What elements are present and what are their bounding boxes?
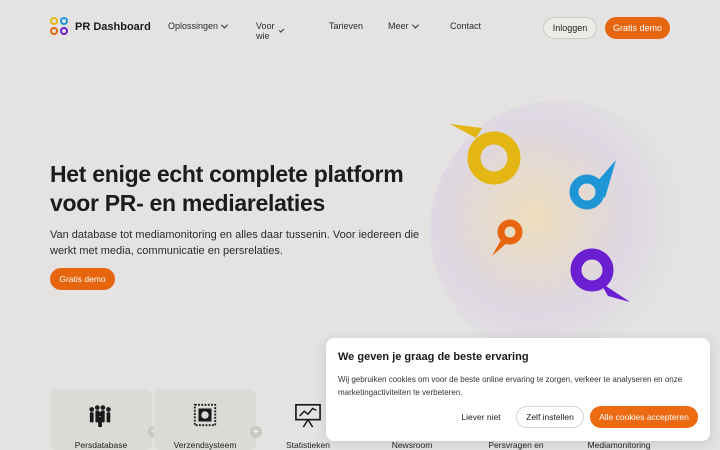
hero-title: Het enige echt complete platform voor PR… [50, 161, 404, 216]
feature-card-persdatabase[interactable]: Persdatabase [50, 390, 152, 450]
purple-ring-shape [570, 248, 630, 302]
cookie-title: We geven je graag de beste ervaring [338, 351, 529, 363]
feature-label: Persdatabase [74, 440, 128, 450]
menu-item-label: Contact [450, 21, 482, 31]
cookie-settings-button[interactable]: Zelf instellen [516, 406, 584, 428]
people-group-icon [89, 405, 111, 428]
chevron-down-icon [411, 21, 419, 29]
menu-item-label: Oplossingen [168, 21, 219, 31]
hero-illustration [450, 124, 630, 302]
yellow-ring-shape [450, 124, 521, 185]
feature-label: Newsroom [391, 440, 433, 450]
cookie-consent-dialog: We geven je graag de beste ervaring Wij … [326, 338, 710, 441]
feature-label: Verzendsysteem [173, 440, 237, 450]
hero-demo-button[interactable]: Gratis demo [50, 268, 115, 290]
brand-logo[interactable]: PR Dashboard [50, 17, 151, 37]
brand-name: PR Dashboard [75, 21, 151, 33]
stamp-icon [193, 403, 217, 427]
top-navigation: PR Dashboard Oplossingen Voor wie Tariev… [0, 0, 720, 56]
presentation-chart-icon [295, 403, 321, 428]
menu-item-voor-wie[interactable]: Voor wie [256, 21, 285, 41]
hero-subtitle: Van database tot mediamonitoring en alle… [50, 229, 420, 257]
menu-item-label: Tarieven [329, 21, 364, 31]
accept-cookies-button[interactable]: Alle cookies accepteren [590, 406, 698, 428]
feature-label: Mediamonitoring [587, 440, 651, 450]
logo-icon [50, 17, 70, 37]
login-button[interactable]: Inloggen [543, 17, 597, 39]
menu-item-oplossingen[interactable]: Oplossingen [168, 21, 229, 31]
chevron-down-icon [221, 21, 229, 29]
blue-ring-shape [569, 160, 616, 210]
feature-label: Persvragen en [488, 440, 544, 450]
chevron-down-icon [278, 26, 285, 33]
reject-cookies-button[interactable]: Liever niet [456, 406, 506, 428]
nav-demo-button[interactable]: Gratis demo [605, 17, 670, 39]
orange-ring-shape [492, 219, 523, 256]
feature-card-verzendsysteem[interactable]: Verzendsysteem [154, 390, 256, 450]
feature-label: Statistieken [286, 440, 330, 450]
menu-item-label: Meer [388, 21, 409, 31]
cookie-text: Wij gebruiken cookies om voor de beste o… [338, 375, 683, 397]
menu-item-meer[interactable]: Meer [388, 21, 419, 31]
menu-item-label: Voor wie [256, 21, 275, 41]
menu-item-tarieven[interactable]: Tarieven [329, 21, 363, 31]
menu-item-contact[interactable]: Contact [450, 21, 481, 31]
